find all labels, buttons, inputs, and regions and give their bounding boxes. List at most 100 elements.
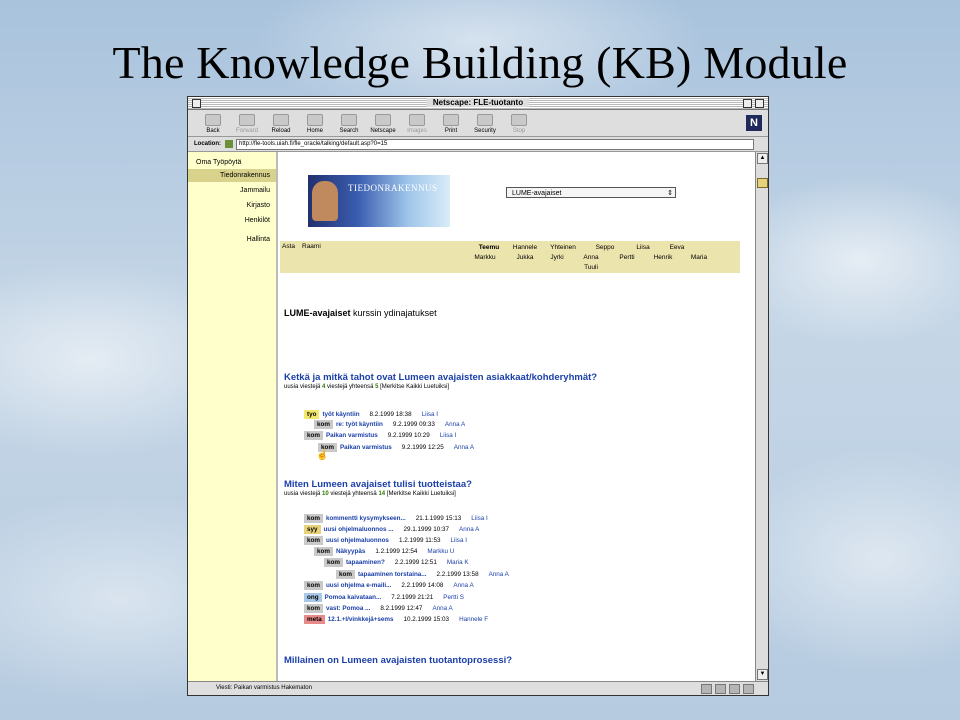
scroll-down-arrow-icon[interactable]: ▼ — [757, 669, 768, 680]
message-type-tag: kom — [336, 570, 355, 579]
scroll-thumb[interactable] — [757, 178, 768, 188]
message-subject-link[interactable]: vast: Pomoa ... — [326, 605, 370, 612]
topic-title-link[interactable]: Millainen on Lumeen avajaisten tuotantop… — [284, 655, 512, 666]
message-row[interactable]: kom tapaaminen torstaina... 2.2.1999 13:58… — [336, 570, 509, 579]
message-row[interactable]: kom vast: Pomoa ... 8.2.1999 12:47 Anna A — [304, 604, 453, 613]
mark-all-read-link[interactable]: [Merkitse Kaikki Luetuiksi] — [387, 491, 456, 497]
message-row[interactable]: kom re: työt käyntiin 9.2.1999 09:33 Anna A — [314, 420, 465, 429]
message-author-link[interactable]: Liisa I — [422, 411, 438, 418]
sidebar-item-kirjasto[interactable]: Kirjasto — [188, 197, 276, 212]
component-icon[interactable] — [701, 684, 712, 694]
images-button[interactable]: Images — [400, 114, 434, 136]
mail-icon[interactable] — [715, 684, 726, 694]
message-subject-link[interactable]: Paikan varmistus — [340, 444, 392, 451]
topic-title-link[interactable]: Miten Lumeen avajaiset tulisi tuotteista… — [284, 479, 472, 490]
print-icon — [443, 114, 459, 126]
person-teemu[interactable]: Teemu — [472, 244, 506, 252]
person-yhteinen[interactable]: Yhteinen — [546, 244, 580, 252]
message-row[interactable]: kom kommentti kysymykseen... 21.1.1999 15:… — [304, 514, 488, 523]
person-jyrki[interactable]: Jyrki — [540, 254, 574, 262]
netscape-button[interactable]: Netscape — [366, 114, 400, 136]
back-button[interactable]: Back — [196, 114, 230, 136]
message-row[interactable]: tyo työt käyntiin 8.2.1999 18:38 Liisa I — [304, 410, 438, 419]
reload-button[interactable]: Reload — [264, 114, 298, 136]
zoom-box-icon[interactable] — [743, 99, 752, 108]
message-author-link[interactable]: Liisa I — [440, 432, 456, 439]
course-name: LUME-avajaiset — [284, 308, 351, 318]
person-jukka[interactable]: Jukka — [508, 254, 542, 262]
person-maria[interactable]: Maria — [682, 254, 716, 262]
person-pertti[interactable]: Pertti — [610, 254, 644, 262]
page-proxy-icon[interactable] — [225, 140, 233, 148]
toolbar: Back Forward Reload Home Search Netscape… — [188, 110, 768, 137]
close-box-icon[interactable] — [192, 99, 201, 108]
message-author-link[interactable]: Hannele F — [459, 616, 488, 623]
home-button[interactable]: Home — [298, 114, 332, 136]
message-subject-link[interactable]: re: työt käyntiin — [336, 421, 383, 428]
composer-icon[interactable] — [729, 684, 740, 694]
person-tuuli[interactable]: Tuuli — [574, 264, 608, 272]
lock-icon[interactable] — [743, 684, 754, 694]
sidebar-item-jammailu[interactable]: Jammailu — [188, 182, 276, 197]
search-button[interactable]: Search — [332, 114, 366, 136]
person-liisa[interactable]: Liisa — [626, 244, 660, 252]
url-input[interactable]: http://fle-tools.uiah.fi/fle_oracle/talk… — [236, 138, 754, 150]
message-subject-link[interactable]: Paikan varmistus — [326, 432, 378, 439]
message-row[interactable]: kom uusi ohjelmaluonnos 1.2.1999 11:53 Liis… — [304, 536, 467, 545]
message-subject-link[interactable]: uusi ohjelmaluonnos ... — [324, 526, 394, 533]
message-author-link[interactable]: Anna A — [489, 571, 509, 578]
message-subject-link[interactable]: tapaaminen? — [346, 559, 385, 566]
message-row[interactable]: kom Näkyypäs 1.2.1999 12:54 Markku U — [314, 547, 454, 556]
message-row[interactable]: syy uusi ohjelmaluonnos ... 29.1.1999 10:3… — [304, 525, 479, 534]
message-subject-link[interactable]: Näkyypäs — [336, 548, 365, 555]
message-row[interactable]: kom tapaaminen? 2.2.1999 12:51 Maria K — [324, 558, 469, 567]
message-subject-link[interactable]: työt käyntiin — [322, 411, 359, 418]
message-author-link[interactable]: Pertti S — [443, 594, 464, 601]
sidebar-item-tiedonrakennus[interactable]: Tiedonrakennus — [188, 169, 276, 182]
mark-all-read-link[interactable]: [Merkitse Kaikki Luetuiksi] — [380, 384, 449, 390]
message-date: 2.2.1999 13:58 — [436, 571, 479, 578]
stop-button[interactable]: Stop — [502, 114, 536, 136]
security-button[interactable]: Security — [468, 114, 502, 136]
message-author-link[interactable]: Anna A — [453, 582, 473, 589]
sidebar-item-henkilot[interactable]: Henkilöt — [188, 212, 276, 227]
message-row[interactable]: ong Pomoa kaivataan... 7.2.1999 21:21 Pertt… — [304, 593, 464, 602]
scroll-up-arrow-icon[interactable]: ▲ — [757, 153, 768, 164]
person-henrik[interactable]: Henrik — [646, 254, 680, 262]
topic-title-link[interactable]: Ketkä ja mitkä tahot ovat Lumeen avajais… — [284, 372, 597, 383]
message-author-link[interactable]: Anna A — [432, 605, 452, 612]
sidebar-item-oma-tyopoyta[interactable]: Oma Työpöytä — [188, 156, 276, 169]
person-seppo[interactable]: Seppo — [588, 244, 622, 252]
message-author-link[interactable]: Anna A — [445, 421, 465, 428]
message-subject-link[interactable]: 12.1.+l/vinkkejä+sems — [328, 616, 394, 623]
message-author-link[interactable]: Maria K — [447, 559, 469, 566]
message-subject-link[interactable]: Pomoa kaivataan... — [325, 594, 382, 601]
message-subject-link[interactable]: tapaaminen torstaina... — [358, 571, 427, 578]
message-author-link[interactable]: Anna A — [459, 526, 479, 533]
sidebar-item-hallinta[interactable]: Hallinta — [188, 227, 276, 246]
message-author-link[interactable]: Liisa I — [451, 537, 467, 544]
person-markku[interactable]: Markku — [468, 254, 502, 262]
message-author-link[interactable]: Markku U — [427, 548, 454, 555]
message-row[interactable]: meta 12.1.+l/vinkkejä+sems 10.2.1999 15:03… — [304, 615, 488, 624]
collapse-box-icon[interactable] — [755, 99, 764, 108]
message-type-tag: kom — [314, 547, 333, 556]
message-subject-link[interactable]: uusi ohjelmaluonnos — [326, 537, 389, 544]
message-row[interactable]: kom uusi ohjelma e-maili... 2.2.1999 14:08… — [304, 581, 474, 590]
person-hannele[interactable]: Hannele — [508, 244, 542, 252]
person-anna[interactable]: Anna — [574, 254, 608, 262]
forward-button[interactable]: Forward — [230, 114, 264, 136]
netscape-logo-icon[interactable]: N — [746, 115, 762, 131]
message-subject-link[interactable]: kommentti kysymykseen... — [326, 515, 406, 522]
message-row[interactable]: kom Paikan varmistus 9.2.1999 12:25 Anna A — [318, 443, 474, 452]
status-text: Viesti: Paikan varmistus Hakematon — [216, 685, 312, 691]
title-bar[interactable]: Netscape: FLE-tuotanto — [188, 97, 768, 110]
print-button[interactable]: Print — [434, 114, 468, 136]
vertical-scrollbar[interactable]: ▲ ▼ — [755, 152, 768, 681]
message-author-link[interactable]: Anna A — [454, 444, 474, 451]
course-select[interactable]: LUME-avajaiset ⇕ — [506, 187, 676, 198]
message-row[interactable]: kom Paikan varmistus 9.2.1999 10:29 Liisa I — [304, 431, 456, 440]
message-subject-link[interactable]: uusi ohjelma e-maili... — [326, 582, 391, 589]
person-eeva[interactable]: Eeva — [660, 244, 694, 252]
message-author-link[interactable]: Liisa I — [471, 515, 487, 522]
